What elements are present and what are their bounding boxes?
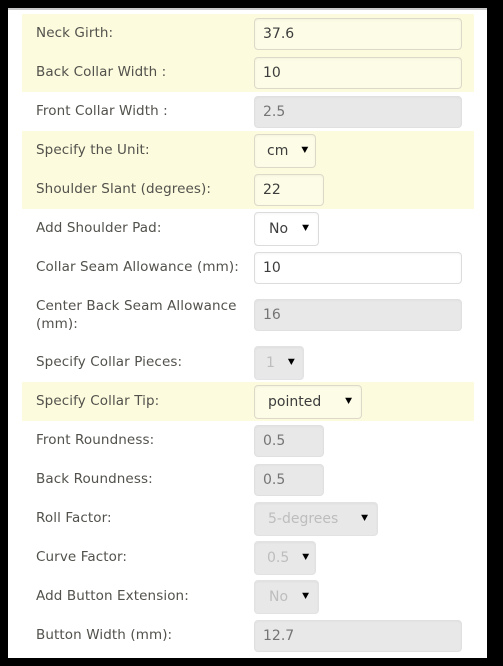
label-add-shoulder-pad: Add Shoulder Pad:	[36, 220, 162, 237]
label-neck-girth: Neck Girth:	[36, 25, 114, 42]
form-row-center-back-seam-allowance: Center Back Seam Allowance (mm):	[22, 287, 474, 343]
form-row-specify-collar-pieces: Specify Collar Pieces: 1 ▼	[22, 343, 474, 382]
form-row-add-shoulder-pad: Add Shoulder Pad: No ▼	[22, 209, 474, 248]
label-collar-seam-allowance: Collar Seam Allowance (mm):	[36, 259, 239, 276]
select-add-button-extension: No ▼	[254, 579, 319, 614]
label-button-width: Button Width (mm):	[36, 627, 173, 644]
form-row-curve-factor: Curve Factor: 0.5 ▼	[22, 538, 474, 577]
label-specify-collar-tip: Specify Collar Tip:	[36, 393, 160, 410]
field-wrapper-back-roundness	[254, 463, 474, 496]
form-row-roll-factor: Roll Factor: 5-degrees ▼	[22, 499, 474, 538]
label-center-back-seam-allowance: Center Back Seam Allowance (mm):	[36, 297, 237, 332]
field-wrapper-center-back-seam-allowance	[254, 299, 474, 331]
input-button-width	[254, 619, 462, 652]
label-front-collar-width: Front Collar Width :	[36, 103, 168, 120]
select-curve-factor: 0.5 ▼	[254, 540, 316, 575]
input-collar-seam-allowance[interactable]	[254, 251, 462, 284]
select-value-specify-collar-pieces: 1	[266, 354, 275, 371]
label-specify-the-unit: Specify the Unit:	[36, 142, 150, 159]
screenshot-frame: Neck Girth: Back Collar Width : Front Coll…	[0, 0, 503, 666]
field-wrapper-add-button-extension: No ▼	[254, 579, 474, 614]
label-add-button-extension: Add Button Extension:	[36, 588, 189, 605]
form-row-back-collar-width: Back Collar Width :	[22, 53, 474, 92]
select-specify-collar-tip[interactable]: pointed ▼	[254, 384, 362, 419]
field-wrapper-specify-collar-pieces: 1 ▼	[254, 345, 474, 380]
field-wrapper-button-width	[254, 619, 474, 652]
select-specify-collar-pieces: 1 ▼	[254, 345, 304, 380]
chevron-down-icon: ▼	[302, 223, 309, 233]
select-value-specify-collar-tip: pointed	[268, 393, 322, 410]
input-neck-girth[interactable]	[254, 17, 462, 50]
form-row-back-roundness: Back Roundness:	[22, 460, 474, 499]
field-wrapper-add-shoulder-pad: No ▼	[254, 211, 474, 246]
form-row-add-button-extension: Add Button Extension: No ▼	[22, 577, 474, 616]
input-back-collar-width[interactable]	[254, 56, 462, 89]
form-row-front-roundness: Front Roundness:	[22, 421, 474, 460]
select-value-roll-factor: 5-degrees	[268, 510, 339, 527]
label-shoulder-slant: Shoulder Slant (degrees):	[36, 181, 212, 198]
chevron-down-icon: ▼	[287, 357, 295, 367]
input-front-collar-width	[254, 95, 462, 128]
input-shoulder-slant[interactable]	[254, 173, 324, 206]
form-row-specify-collar-tip: Specify Collar Tip: pointed ▼	[22, 382, 474, 421]
field-wrapper-specify-the-unit: cm ▼	[254, 133, 474, 168]
chevron-down-icon: ▼	[302, 591, 309, 601]
select-roll-factor: 5-degrees ▼	[254, 501, 378, 536]
field-wrapper-specify-collar-tip: pointed ▼	[254, 384, 474, 419]
select-value-specify-the-unit: cm	[267, 142, 289, 159]
select-value-curve-factor: 0.5	[267, 549, 290, 566]
chevron-down-icon: ▼	[345, 396, 352, 406]
field-wrapper-collar-seam-allowance	[254, 251, 474, 284]
form-row-specify-the-unit: Specify the Unit: cm ▼	[22, 131, 474, 170]
form-row-collar-seam-allowance: Collar Seam Allowance (mm):	[22, 248, 474, 287]
chevron-down-icon: ▼	[302, 552, 310, 562]
form-row-button-width: Button Width (mm):	[22, 616, 474, 655]
field-wrapper-back-collar-width	[254, 56, 474, 89]
form-row-neck-girth: Neck Girth:	[22, 14, 474, 53]
field-wrapper-neck-girth	[254, 17, 474, 50]
field-wrapper-roll-factor: 5-degrees ▼	[254, 501, 474, 536]
input-back-roundness	[254, 463, 324, 496]
select-specify-the-unit[interactable]: cm ▼	[254, 133, 316, 168]
input-front-roundness	[254, 424, 324, 457]
chevron-down-icon: ▼	[301, 145, 309, 155]
label-back-collar-width: Back Collar Width :	[36, 64, 167, 81]
form-row-shoulder-slant: Shoulder Slant (degrees):	[22, 170, 474, 209]
label-specify-collar-pieces: Specify Collar Pieces:	[36, 354, 183, 371]
field-wrapper-front-collar-width	[254, 95, 474, 128]
label-back-roundness: Back Roundness:	[36, 471, 153, 488]
field-wrapper-curve-factor: 0.5 ▼	[254, 540, 474, 575]
select-value-add-button-extension: No	[269, 588, 289, 605]
label-roll-factor: Roll Factor:	[36, 510, 112, 527]
chevron-down-icon: ▼	[361, 513, 368, 523]
label-curve-factor: Curve Factor:	[36, 549, 128, 566]
input-center-back-seam-allowance	[254, 299, 462, 331]
page-content: Neck Girth: Back Collar Width : Front Coll…	[8, 8, 487, 658]
select-value-add-shoulder-pad: No	[269, 220, 289, 237]
label-front-roundness: Front Roundness:	[36, 432, 155, 449]
collar-parameters-form: Neck Girth: Back Collar Width : Front Coll…	[22, 14, 474, 655]
select-add-shoulder-pad[interactable]: No ▼	[254, 211, 319, 246]
field-wrapper-shoulder-slant	[254, 173, 474, 206]
field-wrapper-front-roundness	[254, 424, 474, 457]
form-row-front-collar-width: Front Collar Width :	[22, 92, 474, 131]
